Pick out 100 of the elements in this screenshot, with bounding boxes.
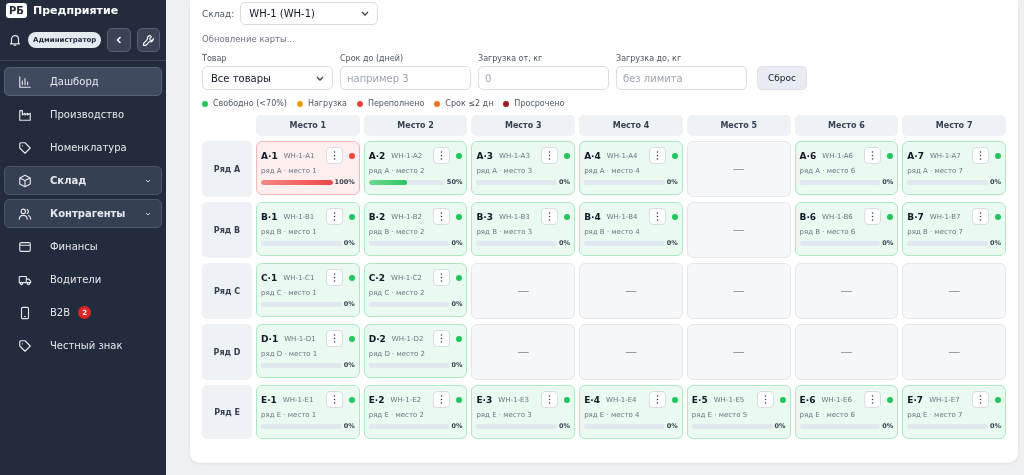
nav-item[interactable]: Склад	[4, 166, 162, 195]
slot-code: A·1	[261, 150, 278, 161]
more-button[interactable]	[864, 147, 882, 164]
slot-code: D·2	[368, 333, 386, 344]
warehouse-label: Склад:	[202, 8, 235, 19]
more-button[interactable]	[325, 330, 343, 347]
filter-input[interactable]: например 3	[340, 66, 471, 90]
nav-item[interactable]: Номенклатура	[4, 133, 162, 162]
kebab-icon	[332, 151, 336, 160]
legend-label: Нагрузка	[307, 99, 347, 108]
slot-code: A·7	[907, 150, 924, 161]
row-header: Ряд E	[202, 385, 252, 439]
empty-dash: —	[948, 284, 961, 298]
column-header: Место 6	[794, 115, 899, 136]
more-button[interactable]	[972, 147, 989, 164]
reset-button[interactable]: Сброс	[757, 66, 807, 90]
slot-code: C·2	[368, 272, 385, 283]
more-button[interactable]	[756, 391, 774, 408]
empty-dash: —	[732, 284, 745, 298]
chevron-down-icon	[316, 75, 324, 81]
more-button[interactable]	[433, 147, 451, 164]
empty-dash: —	[840, 284, 853, 298]
empty-dash: —	[625, 345, 637, 359]
tag-icon	[18, 338, 32, 353]
kebab-icon	[979, 212, 982, 221]
slot-code: B·7	[907, 211, 924, 222]
chevron-left-icon	[115, 36, 122, 44]
more-button[interactable]	[648, 147, 666, 164]
kebab-icon	[440, 334, 444, 343]
more-button[interactable]	[433, 330, 451, 347]
more-button[interactable]	[541, 391, 559, 408]
row-header: Ряд B	[202, 202, 252, 258]
nav-item[interactable]: Дашборд	[4, 67, 162, 96]
kebab-icon	[763, 395, 767, 404]
bar-chart-icon	[18, 74, 32, 89]
slot-code: A·4	[584, 150, 601, 161]
filter-input[interactable]: без лимита	[616, 66, 747, 90]
empty-dash: —	[517, 345, 530, 359]
column-header: Место 7	[902, 115, 1006, 136]
nav-item[interactable]: Финансы	[4, 232, 162, 261]
filter-label: Загрузка от, кг	[478, 54, 544, 63]
row-header: Ряд C	[202, 263, 252, 319]
nav-item[interactable]: Честный знак	[4, 331, 162, 360]
kebab-icon	[655, 151, 659, 160]
more-button[interactable]	[541, 147, 559, 164]
kebab-icon	[332, 334, 336, 343]
nav-item[interactable]: Производство	[4, 100, 162, 129]
kebab-icon	[548, 151, 552, 160]
filter-label: Срок до (дней)	[340, 54, 405, 63]
empty-dash: —	[517, 284, 530, 298]
slot-code: E·4	[584, 394, 600, 405]
wallet-icon	[18, 239, 32, 254]
more-button[interactable]	[972, 391, 989, 408]
nav-item[interactable]: Контрагенты	[4, 199, 162, 228]
warehouse-select[interactable]: WH-1 (WH-1)	[240, 2, 379, 25]
collapse-button[interactable]	[107, 28, 131, 52]
more-button[interactable]	[325, 269, 343, 286]
kebab-icon	[440, 151, 444, 160]
caret-icon	[145, 177, 151, 184]
slot-code: E·5	[691, 394, 708, 405]
more-button[interactable]	[648, 391, 666, 408]
kebab-icon	[979, 395, 982, 404]
more-button[interactable]	[541, 208, 559, 225]
empty-dash: —	[948, 345, 961, 359]
more-button[interactable]	[433, 391, 451, 408]
slot-code: B·4	[584, 211, 601, 222]
slot-code: B·2	[368, 211, 386, 222]
column-header: Место 3	[471, 115, 576, 136]
tag-icon	[18, 140, 32, 155]
kebab-icon	[655, 212, 659, 221]
more-button[interactable]	[972, 208, 989, 225]
filter-input[interactable]: 0	[478, 66, 609, 90]
chevron-down-icon	[361, 11, 370, 16]
more-button[interactable]	[864, 208, 882, 225]
phone-icon	[18, 305, 32, 320]
wrench-icon	[141, 33, 155, 47]
more-button[interactable]	[864, 391, 882, 408]
row-header: Ряд A	[202, 141, 252, 197]
empty-dash: —	[732, 162, 745, 176]
slot-code: B·6	[799, 211, 817, 222]
kebab-icon	[332, 395, 336, 404]
filter-label: Загрузка до, кг	[616, 54, 683, 63]
kebab-icon	[871, 151, 875, 160]
cube-icon	[18, 173, 32, 188]
more-button[interactable]	[433, 269, 451, 286]
kebab-icon	[332, 273, 336, 282]
kebab-icon	[655, 395, 659, 404]
nav-item[interactable]: Водители	[4, 265, 162, 294]
more-button[interactable]	[325, 208, 343, 225]
product-select[interactable]: Все товары	[202, 66, 333, 90]
app-title: Предприятие	[32, 4, 119, 17]
more-button[interactable]	[325, 391, 343, 408]
kebab-icon	[548, 395, 552, 404]
more-button[interactable]	[325, 147, 343, 164]
settings-button[interactable]	[136, 28, 160, 52]
more-button[interactable]	[648, 208, 666, 225]
factory-icon	[18, 107, 32, 122]
legend-label: Просрочено	[514, 99, 565, 108]
kebab-icon	[440, 212, 444, 221]
more-button[interactable]	[433, 208, 451, 225]
